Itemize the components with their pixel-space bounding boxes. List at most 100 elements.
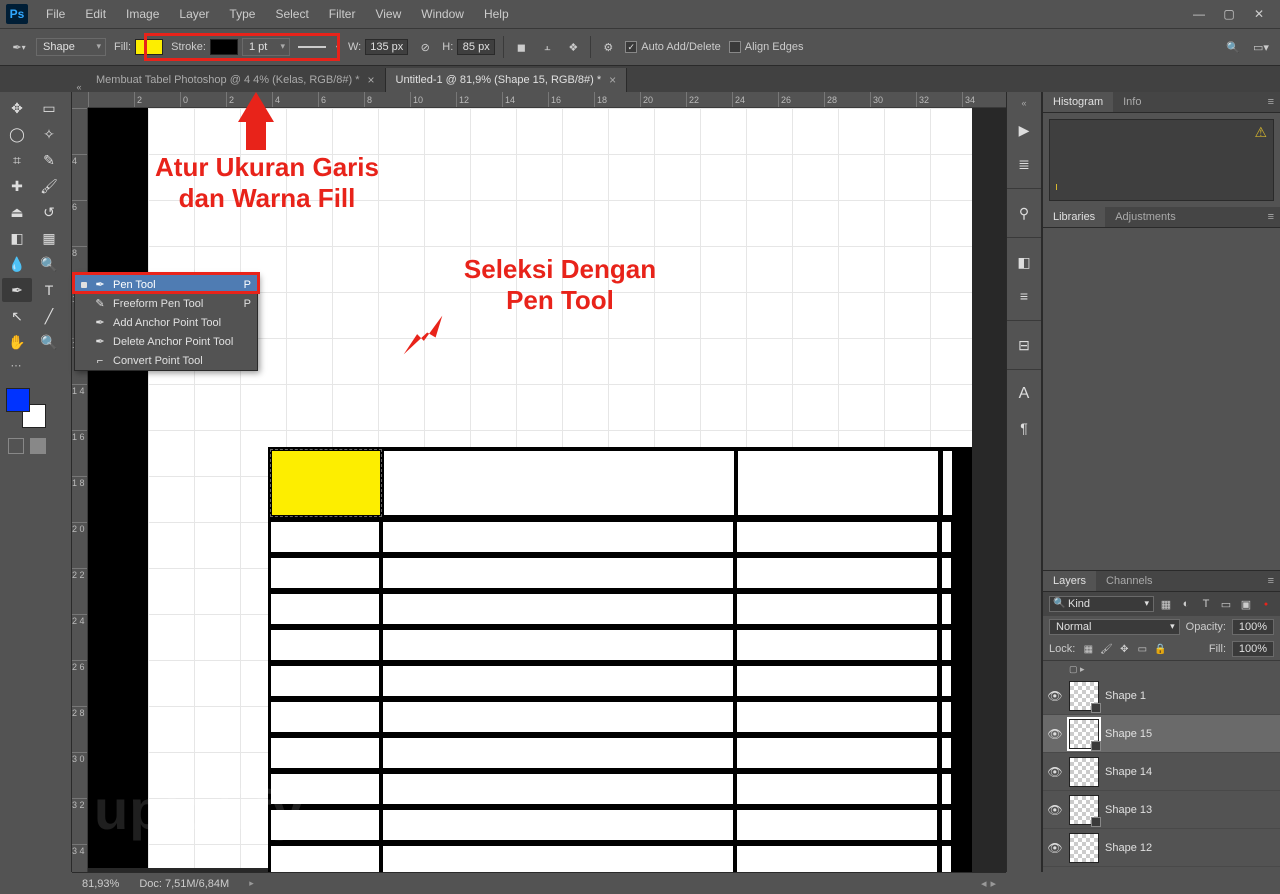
menu-window[interactable]: Window — [413, 3, 472, 25]
height-input[interactable]: 85 px — [457, 39, 495, 55]
flyout-pen-tool[interactable]: ✒ Pen Tool P — [75, 275, 257, 294]
layer-row-shape-12[interactable]: 👁 Shape 12 — [1043, 829, 1280, 867]
layer-visibility-icon[interactable]: 👁 — [1047, 765, 1063, 779]
lock-paint-icon[interactable]: 🖌 — [1099, 642, 1113, 656]
layer-thumb[interactable] — [1069, 681, 1099, 711]
menu-file[interactable]: File — [38, 3, 73, 25]
gradient-tool[interactable]: ▦ — [34, 226, 64, 250]
tool-preset-icon[interactable]: ✒▾ — [10, 38, 28, 56]
layers-list[interactable]: ▢ ▸ 👁 Shape 1 👁 Shape 15 👁 Shape 14 — [1043, 660, 1280, 872]
tool-mode-dropdown[interactable]: Shape — [36, 38, 106, 56]
blur-tool[interactable]: 💧 — [2, 252, 32, 276]
tab-libraries[interactable]: Libraries — [1043, 207, 1105, 227]
brush-tool[interactable]: 🖌 — [34, 174, 64, 198]
layer-row-shape-13[interactable]: 👁 Shape 13 — [1043, 791, 1280, 829]
path-arrange-icon[interactable]: ❖ — [564, 38, 582, 56]
layer-row-shape-14[interactable]: 👁 Shape 14 — [1043, 753, 1280, 791]
stroke-style-group[interactable]: ▾ — [298, 43, 340, 52]
doc-size-readout[interactable]: Doc: 7,51M/6,84M — [139, 878, 229, 890]
filter-toggle-icon[interactable]: ● — [1258, 596, 1274, 612]
edit-toolbar-icon[interactable]: ⋯ — [2, 356, 32, 374]
actions-play-icon[interactable]: ▶ — [1012, 118, 1036, 142]
quick-mask-icon[interactable] — [30, 438, 46, 454]
crop-tool[interactable]: ⌗ — [2, 148, 32, 172]
menu-layer[interactable]: Layer — [171, 3, 217, 25]
libraries-menu-icon[interactable]: ≡ — [1262, 209, 1280, 225]
layers-menu-icon[interactable]: ≡ — [1262, 573, 1280, 589]
type-tool[interactable]: T — [34, 278, 64, 302]
lock-position-icon[interactable]: ✥ — [1117, 642, 1131, 656]
pen-tool[interactable]: ✒ — [2, 278, 32, 302]
color-swatches[interactable] — [6, 388, 46, 428]
path-align-icon[interactable]: ⫠ — [538, 38, 556, 56]
flyout-delete-anchor[interactable]: ✒ Delete Anchor Point Tool — [75, 332, 257, 351]
minimize-button[interactable]: — — [1184, 4, 1214, 24]
flyout-convert-point[interactable]: ⌐ Convert Point Tool — [75, 351, 257, 370]
flyout-add-anchor[interactable]: ✒ Add Anchor Point Tool — [75, 313, 257, 332]
properties-icon[interactable]: ¶ — [1012, 416, 1036, 440]
artboard-header[interactable]: ▢ ▸ — [1043, 661, 1280, 677]
blend-mode-dropdown[interactable]: Normal — [1049, 619, 1180, 635]
layer-name[interactable]: Shape 14 — [1105, 766, 1152, 778]
align-edges-checkbox[interactable] — [729, 41, 741, 53]
eraser-tool[interactable]: ◧ — [2, 226, 32, 250]
lock-artboard-icon[interactable]: ▭ — [1135, 642, 1149, 656]
tab-channels[interactable]: Channels — [1096, 571, 1162, 591]
workspace-icon[interactable]: ▭▾ — [1252, 38, 1270, 56]
path-select-tool[interactable]: ↖ — [2, 304, 32, 328]
history-brush-tool[interactable]: ↺ — [34, 200, 64, 224]
menu-select[interactable]: Select — [267, 3, 316, 25]
layer-visibility-icon[interactable]: 👁 — [1047, 727, 1063, 741]
layer-row-shape-1[interactable]: 👁 Shape 1 — [1043, 677, 1280, 715]
width-input[interactable]: 135 px — [365, 39, 408, 55]
menu-image[interactable]: Image — [118, 3, 167, 25]
shape-tool[interactable]: ╱ — [34, 304, 64, 328]
character-icon[interactable]: ⚲ — [1012, 201, 1036, 225]
lock-transparent-icon[interactable]: ▦ — [1081, 642, 1095, 656]
auto-add-delete-group[interactable]: Auto Add/Delete — [625, 41, 721, 53]
menu-filter[interactable]: Filter — [321, 3, 364, 25]
layer-name[interactable]: Shape 15 — [1105, 728, 1152, 740]
marquee-tool[interactable]: ▭ — [34, 96, 64, 120]
tab-adjustments[interactable]: Adjustments — [1105, 207, 1186, 227]
layer-visibility-icon[interactable]: 👁 — [1047, 689, 1063, 703]
tab-info[interactable]: Info — [1113, 92, 1151, 112]
opacity-input[interactable]: 100% — [1232, 619, 1274, 635]
move-tool[interactable]: ✥ — [2, 96, 32, 120]
link-wh-icon[interactable]: ⊘ — [416, 38, 434, 56]
layer-thumb[interactable] — [1069, 833, 1099, 863]
healing-tool[interactable]: ✚ — [2, 174, 32, 198]
layer-thumb[interactable] — [1069, 719, 1099, 749]
lasso-tool[interactable]: ◯ — [2, 122, 32, 146]
fill-opacity-input[interactable]: 100% — [1232, 641, 1274, 657]
gear-icon[interactable]: ⚙ — [599, 38, 617, 56]
menu-help[interactable]: Help — [476, 3, 517, 25]
layer-thumb[interactable] — [1069, 757, 1099, 787]
zoom-tool[interactable]: 🔍 — [34, 330, 64, 354]
menu-type[interactable]: Type — [221, 3, 263, 25]
filter-smart-icon[interactable]: ▣ — [1238, 596, 1254, 612]
histogram-warning-icon[interactable]: ⚠ — [1254, 124, 1267, 141]
layer-visibility-icon[interactable]: 👁 — [1047, 803, 1063, 817]
maximize-button[interactable]: ▢ — [1214, 4, 1244, 24]
expand-strip-icon[interactable]: « — [1021, 98, 1026, 108]
scrollbar-h[interactable]: ◂▸ — [981, 877, 996, 890]
auto-add-delete-checkbox[interactable] — [625, 41, 637, 53]
menu-view[interactable]: View — [367, 3, 409, 25]
lock-all-icon[interactable]: 🔒 — [1153, 642, 1167, 656]
layer-visibility-icon[interactable]: 👁 — [1047, 841, 1063, 855]
doc-tab-1-close-icon[interactable]: × — [368, 73, 375, 87]
layer-row-shape-15[interactable]: 👁 Shape 15 — [1043, 715, 1280, 753]
filter-shape-icon[interactable]: ▭ — [1218, 596, 1234, 612]
layer-thumb[interactable] — [1069, 795, 1099, 825]
tab-histogram[interactable]: Histogram — [1043, 92, 1113, 112]
styles-icon[interactable]: ≡ — [1012, 284, 1036, 308]
stroke-size-dropdown[interactable]: 1 pt — [242, 38, 290, 56]
status-arrow-icon[interactable]: ▸ — [249, 878, 254, 889]
tab-layers[interactable]: Layers — [1043, 571, 1096, 591]
canvas-area[interactable]: 20246810121416182022242628303234 4681 01… — [72, 92, 1006, 872]
hand-tool[interactable]: ✋ — [2, 330, 32, 354]
doc-tab-2[interactable]: Untitled-1 @ 81,9% (Shape 15, RGB/8#) * … — [386, 68, 628, 92]
zoom-readout[interactable]: 81,93% — [82, 878, 119, 890]
magic-wand-tool[interactable]: ✧ — [34, 122, 64, 146]
